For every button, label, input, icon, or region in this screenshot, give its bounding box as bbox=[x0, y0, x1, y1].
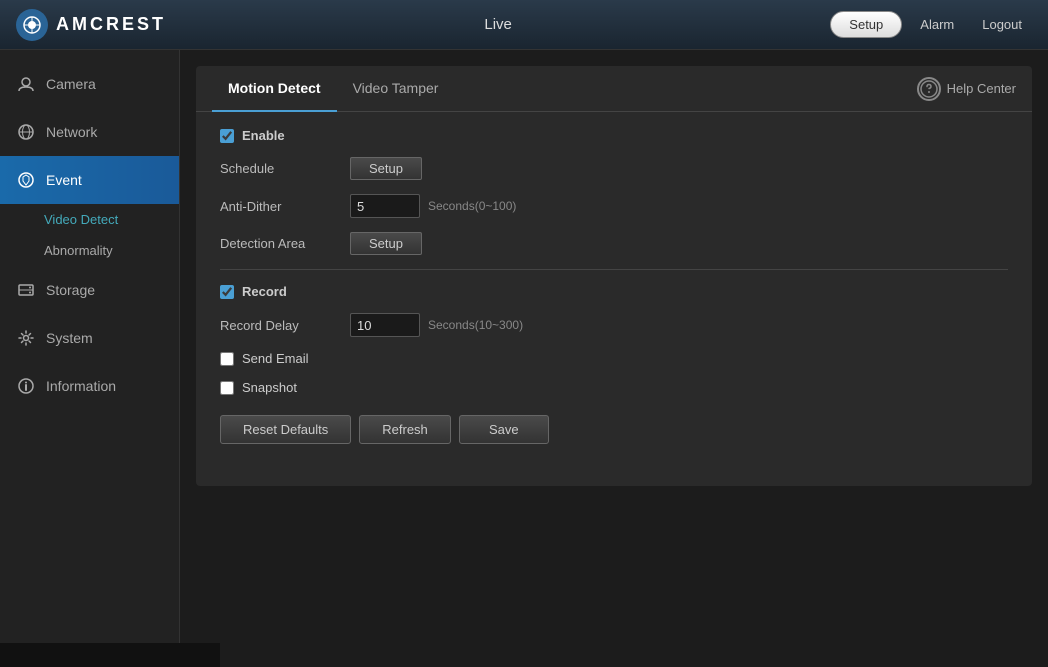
schedule-label: Schedule bbox=[220, 161, 350, 176]
snapshot-row[interactable]: Snapshot bbox=[220, 380, 1008, 395]
help-icon bbox=[917, 77, 941, 101]
sidebar-label-storage: Storage bbox=[46, 282, 95, 298]
event-icon bbox=[16, 170, 36, 190]
save-button[interactable]: Save bbox=[459, 415, 549, 444]
logo-icon bbox=[16, 9, 48, 41]
detection-area-setup-button[interactable]: Setup bbox=[350, 232, 422, 255]
content-panel: Motion Detect Video Tamper Help Center bbox=[196, 66, 1032, 486]
send-email-label: Send Email bbox=[242, 351, 308, 366]
enable-checkbox[interactable] bbox=[220, 129, 234, 143]
sidebar-item-system[interactable]: System bbox=[0, 314, 179, 362]
send-email-row[interactable]: Send Email bbox=[220, 351, 1008, 366]
network-icon bbox=[16, 122, 36, 142]
storage-icon bbox=[16, 280, 36, 300]
snapshot-checkbox[interactable] bbox=[220, 381, 234, 395]
enable-label: Enable bbox=[242, 128, 285, 143]
anti-dither-hint: Seconds(0~100) bbox=[428, 199, 516, 213]
action-buttons: Reset Defaults Refresh Save bbox=[220, 415, 1008, 444]
sidebar-label-information: Information bbox=[46, 378, 116, 394]
sidebar-item-camera[interactable]: Camera bbox=[0, 60, 179, 108]
sidebar-label-event: Event bbox=[46, 172, 82, 188]
snapshot-label: Snapshot bbox=[242, 380, 297, 395]
information-icon bbox=[16, 376, 36, 396]
sidebar-item-information[interactable]: Information bbox=[0, 362, 179, 410]
help-center-label: Help Center bbox=[947, 81, 1016, 96]
detection-area-label: Detection Area bbox=[220, 236, 350, 251]
reset-defaults-button[interactable]: Reset Defaults bbox=[220, 415, 351, 444]
anti-dither-label: Anti-Dither bbox=[220, 199, 350, 214]
record-delay-row: Record Delay Seconds(10~300) bbox=[220, 313, 1008, 337]
logo-text: AMCREST bbox=[56, 14, 166, 35]
divider bbox=[220, 269, 1008, 270]
send-email-checkbox[interactable] bbox=[220, 352, 234, 366]
bottom-bar bbox=[0, 643, 220, 667]
alarm-link[interactable]: Alarm bbox=[910, 17, 964, 32]
sidebar-label-camera: Camera bbox=[46, 76, 96, 92]
sidebar-item-storage[interactable]: Storage bbox=[0, 266, 179, 314]
sidebar-item-network[interactable]: Network bbox=[0, 108, 179, 156]
topbar-right: Setup Alarm Logout bbox=[830, 11, 1032, 38]
schedule-row: Schedule Setup bbox=[220, 157, 1008, 180]
tab-bar: Motion Detect Video Tamper Help Center bbox=[196, 66, 1032, 112]
enable-checkbox-row[interactable]: Enable bbox=[220, 128, 1008, 143]
sidebar-label-network: Network bbox=[46, 124, 97, 140]
refresh-button[interactable]: Refresh bbox=[359, 415, 451, 444]
logout-link[interactable]: Logout bbox=[972, 17, 1032, 32]
sidebar-sub-abnormality[interactable]: Abnormality bbox=[0, 235, 179, 266]
sidebar-sub-video-detect[interactable]: Video Detect bbox=[0, 204, 179, 235]
sidebar: Camera Network Event Video Detect bbox=[0, 50, 180, 667]
topbar: AMCREST Live Setup Alarm Logout bbox=[0, 0, 1048, 50]
anti-dither-input[interactable] bbox=[350, 194, 420, 218]
record-delay-hint: Seconds(10~300) bbox=[428, 318, 523, 332]
help-center-button[interactable]: Help Center bbox=[917, 77, 1016, 101]
record-delay-input[interactable] bbox=[350, 313, 420, 337]
anti-dither-row: Anti-Dither Seconds(0~100) bbox=[220, 194, 1008, 218]
system-icon bbox=[16, 328, 36, 348]
record-checkbox-row[interactable]: Record bbox=[220, 284, 1008, 299]
content-area: Motion Detect Video Tamper Help Center bbox=[180, 50, 1048, 667]
record-label: Record bbox=[242, 284, 287, 299]
main-layout: Camera Network Event Video Detect bbox=[0, 50, 1048, 667]
camera-icon bbox=[16, 74, 36, 94]
tab-video-tamper[interactable]: Video Tamper bbox=[337, 66, 455, 112]
topbar-center: Live bbox=[166, 16, 830, 33]
sidebar-label-system: System bbox=[46, 330, 93, 346]
logo: AMCREST bbox=[16, 9, 166, 41]
tab-motion-detect[interactable]: Motion Detect bbox=[212, 66, 337, 112]
setup-button[interactable]: Setup bbox=[830, 11, 902, 38]
record-delay-label: Record Delay bbox=[220, 318, 350, 333]
record-checkbox[interactable] bbox=[220, 285, 234, 299]
sidebar-item-event[interactable]: Event bbox=[0, 156, 179, 204]
live-link[interactable]: Live bbox=[484, 16, 512, 33]
schedule-setup-button[interactable]: Setup bbox=[350, 157, 422, 180]
detection-area-row: Detection Area Setup bbox=[220, 232, 1008, 255]
form-body: Enable Schedule Setup Anti-Dither Second… bbox=[196, 112, 1032, 460]
